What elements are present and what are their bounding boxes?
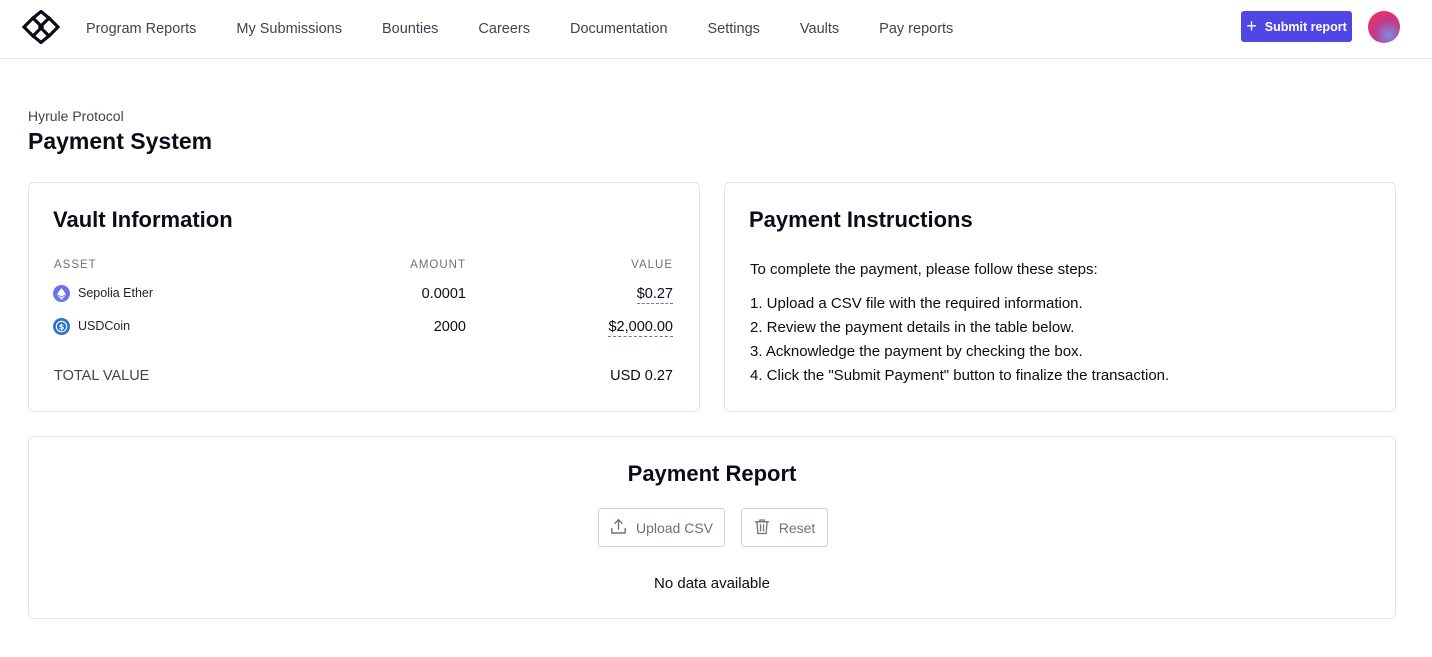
asset-value[interactable]: $2,000.00 xyxy=(608,319,673,337)
nav-settings[interactable]: Settings xyxy=(688,21,780,37)
breadcrumb: Hyrule Protocol xyxy=(28,108,124,124)
asset-name: USDCoin xyxy=(78,319,131,333)
table-row: $ USDCoin 2000 $2,000.00 xyxy=(29,316,699,340)
plus-icon: + xyxy=(1246,15,1257,36)
total-value-amount: USD 0.27 xyxy=(610,368,673,384)
vault-information-card: Vault Information ASSET AMOUNT VALUE Sep… xyxy=(28,182,700,412)
nav-careers[interactable]: Careers xyxy=(458,21,550,37)
upload-csv-label: Upload CSV xyxy=(635,519,714,536)
payment-instructions-title: Payment Instructions xyxy=(749,207,973,232)
total-value-label: TOTAL VALUE xyxy=(54,368,150,384)
column-header-asset: ASSET xyxy=(54,259,97,271)
trash-icon xyxy=(754,518,770,538)
empty-state-text: No data available xyxy=(654,575,770,592)
instruction-step: 1. Upload a CSV file with the required i… xyxy=(750,295,1083,312)
payment-report-title: Payment Report xyxy=(627,461,797,486)
asset-amount: 0.0001 xyxy=(421,286,466,302)
submit-report-label: Submit report xyxy=(1264,19,1347,34)
table-row: Sepolia Ether 0.0001 $0.27 xyxy=(29,283,699,307)
nav-my-submissions[interactable]: My Submissions xyxy=(216,21,362,37)
instructions-intro: To complete the payment, please follow t… xyxy=(750,261,1098,278)
user-avatar[interactable] xyxy=(1368,11,1400,43)
ethereum-icon xyxy=(53,285,70,302)
column-header-value: VALUE xyxy=(631,259,673,271)
asset-amount: 2000 xyxy=(433,319,466,335)
hats-finance-logo-icon[interactable] xyxy=(21,9,61,45)
svg-text:$: $ xyxy=(59,322,65,331)
instruction-step: 2. Review the payment details in the tab… xyxy=(750,319,1075,336)
main-nav: Program Reports My Submissions Bounties … xyxy=(66,0,973,58)
usdc-icon: $ xyxy=(53,318,70,335)
payment-report-card: Payment Report Upload CSV Reset No data … xyxy=(28,436,1396,619)
column-header-amount: AMOUNT xyxy=(410,259,466,271)
nav-program-reports[interactable]: Program Reports xyxy=(66,21,216,37)
asset-value[interactable]: $0.27 xyxy=(636,286,673,304)
reset-button[interactable]: Reset xyxy=(741,508,828,547)
submit-report-button[interactable]: + Submit report xyxy=(1241,11,1352,42)
asset-name: Sepolia Ether xyxy=(78,286,154,300)
nav-vaults[interactable]: Vaults xyxy=(780,21,859,37)
page-title: Payment System xyxy=(28,128,213,154)
nav-documentation[interactable]: Documentation xyxy=(550,21,688,37)
upload-icon xyxy=(610,518,627,538)
nav-bounties[interactable]: Bounties xyxy=(362,21,458,37)
payment-instructions-card: Payment Instructions To complete the pay… xyxy=(724,182,1396,412)
instruction-step: 4. Click the "Submit Payment" button to … xyxy=(750,367,1170,384)
instruction-step: 3. Acknowledge the payment by checking t… xyxy=(750,343,1083,360)
instructions-steps: 1. Upload a CSV file with the required i… xyxy=(750,292,1169,388)
upload-csv-button[interactable]: Upload CSV xyxy=(598,508,725,547)
vault-information-title: Vault Information xyxy=(53,207,233,232)
reset-label: Reset xyxy=(778,519,816,536)
nav-pay-reports[interactable]: Pay reports xyxy=(859,21,973,37)
top-navigation-bar: Program Reports My Submissions Bounties … xyxy=(0,0,1432,59)
